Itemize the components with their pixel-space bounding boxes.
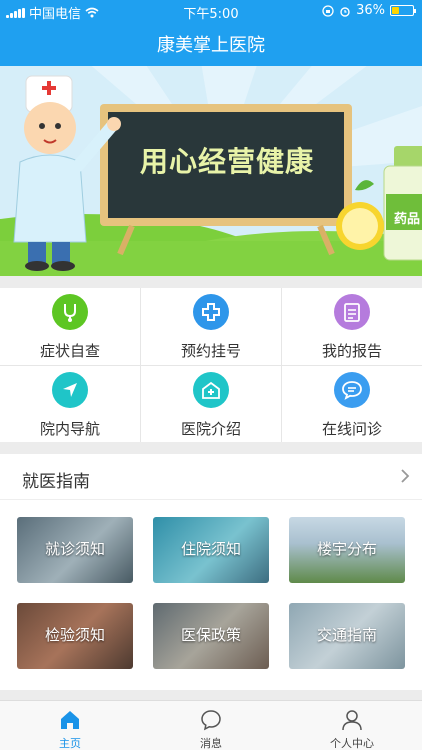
tab-messages[interactable]: 消息 [141, 701, 281, 750]
card-label: 检验须知 [44, 626, 105, 644]
service-label: 我的报告 [321, 342, 382, 360]
banner[interactable]: 用心经营健康 药品 [0, 66, 422, 276]
header-bar: 康美掌上医院 [0, 22, 422, 66]
tab-profile[interactable]: 个人中心 [282, 701, 422, 750]
status-bar: 中国电信 下午5:00 36% [0, 0, 422, 22]
guide-card-insurance[interactable]: 医保政策 [153, 603, 269, 669]
orientation-lock-icon [322, 4, 334, 17]
chat-bubble-icon [334, 372, 370, 408]
guide-card-visit[interactable]: 就诊须知 [17, 517, 133, 583]
service-label: 在线问诊 [321, 420, 382, 438]
service-hospital-intro[interactable]: 医院介绍 [141, 366, 281, 443]
service-label: 院内导航 [39, 420, 100, 438]
service-grid: 症状自查 预约挂号 我的报告 院内导航 医院介绍 在线问诊 [0, 288, 422, 442]
tab-home[interactable]: 主页 [0, 701, 140, 750]
service-online-consult[interactable]: 在线问诊 [282, 366, 422, 443]
chevron-right-icon[interactable] [400, 468, 410, 484]
card-label: 交通指南 [316, 626, 377, 644]
tab-label: 主页 [59, 737, 81, 750]
navigation-arrow-icon [52, 372, 88, 408]
page-title: 康美掌上医院 [157, 35, 265, 56]
section-title: 就医指南 [22, 472, 90, 492]
banner-board-text: 用心经营健康 [139, 145, 314, 178]
medical-guide-section: 就医指南 就诊须知 住院须知 楼宇分布 检验须知 医保政策 交通指南 [0, 454, 422, 690]
service-symptom-check[interactable]: 症状自查 [0, 288, 140, 365]
medical-cross-icon [193, 294, 229, 330]
service-appointment[interactable]: 预约挂号 [141, 288, 281, 365]
report-icon [334, 294, 370, 330]
service-label: 预约挂号 [180, 342, 241, 360]
guide-card-lab[interactable]: 检验须知 [17, 603, 133, 669]
tab-label: 消息 [200, 737, 222, 750]
service-navigation[interactable]: 院内导航 [0, 366, 140, 443]
guide-header[interactable]: 就医指南 [0, 454, 422, 500]
stethoscope-icon [52, 294, 88, 330]
battery-percent: 36% [356, 3, 385, 18]
card-label: 楼宇分布 [316, 540, 377, 558]
battery-icon [390, 5, 416, 16]
person-icon [342, 710, 362, 731]
guide-card-buildings[interactable]: 楼宇分布 [289, 517, 405, 583]
service-report[interactable]: 我的报告 [282, 288, 422, 365]
guide-card-inpatient[interactable]: 住院须知 [153, 517, 269, 583]
tab-bar: 主页 消息 个人中心 [0, 700, 422, 750]
card-label: 就诊须知 [44, 540, 105, 558]
alarm-icon [340, 6, 350, 17]
card-label: 医保政策 [180, 626, 241, 644]
message-icon [201, 710, 221, 731]
bottle-label: 药品 [394, 212, 421, 227]
battery-level [392, 7, 400, 14]
hospital-icon [193, 372, 229, 408]
service-label: 医院介绍 [180, 420, 241, 438]
tab-label: 个人中心 [330, 737, 374, 750]
home-icon [61, 711, 79, 729]
service-label: 症状自查 [39, 342, 100, 360]
card-label: 住院须知 [180, 540, 241, 558]
guide-card-traffic[interactable]: 交通指南 [289, 603, 405, 669]
